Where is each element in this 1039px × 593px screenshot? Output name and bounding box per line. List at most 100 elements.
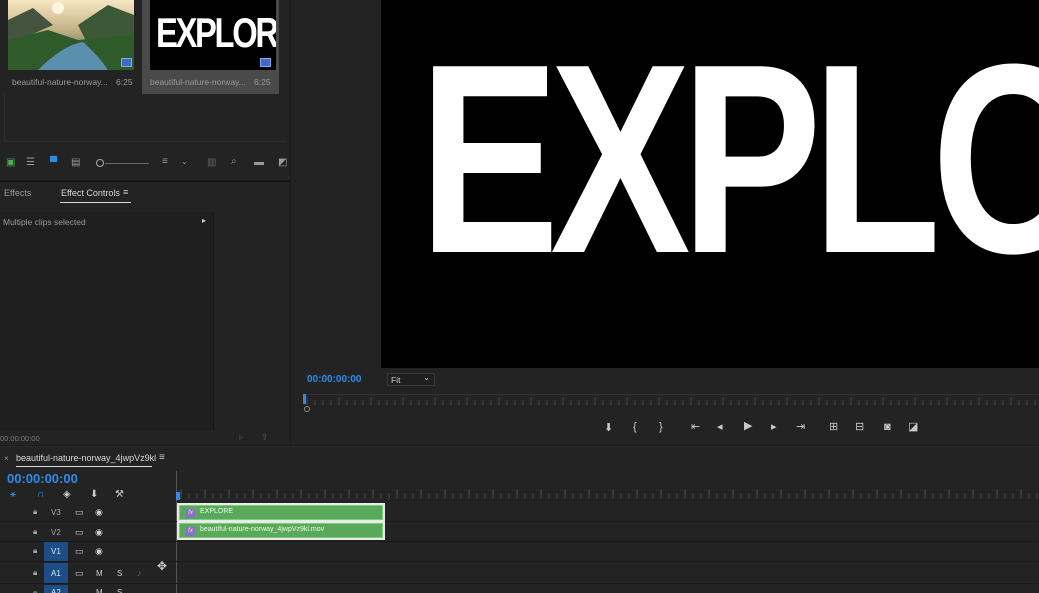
nest-icon[interactable]: ⚹ bbox=[10, 489, 16, 500]
lock-icon[interactable]: 🔒︎ bbox=[33, 527, 37, 537]
program-monitor: EXPLORE 00:00:00:00 Fit ⌄ /* noop */ ⬇ {… bbox=[291, 0, 1039, 445]
program-frame: EXPLORE bbox=[381, 0, 1039, 368]
lock-icon[interactable]: 🔒︎ bbox=[33, 588, 37, 593]
playhead-timecode[interactable]: 00:00:00:00 bbox=[307, 374, 361, 385]
wrench-icon[interactable]: ⚒ bbox=[115, 489, 124, 500]
timeline-panel: × beautiful-nature-norway_4jwpVz9kl ≡ 00… bbox=[0, 446, 1039, 593]
eye-icon[interactable]: ◉ bbox=[95, 527, 103, 538]
frame-title-text: EXPLORE bbox=[419, 9, 1039, 310]
track-label: A2 bbox=[51, 588, 61, 593]
add-marker-icon[interactable]: ⬇ bbox=[604, 423, 613, 434]
play-icon[interactable]: ▶ bbox=[744, 421, 752, 432]
eye-icon[interactable]: ◉ bbox=[95, 546, 103, 557]
clip-type-icon bbox=[121, 58, 132, 67]
project-item[interactable]: beautiful-nature-norway... 6:25 bbox=[0, 0, 140, 94]
selection-status: Multiple clips selected bbox=[3, 217, 86, 227]
timeline-ruler[interactable] bbox=[177, 471, 1039, 501]
program-time-ruler[interactable]: /* noop */ bbox=[303, 394, 1039, 412]
fx-badge: fx bbox=[186, 509, 195, 518]
lock-icon[interactable]: ▣ bbox=[6, 158, 15, 168]
sequence-timecode[interactable]: 00:00:00:00 bbox=[7, 471, 78, 486]
clip-name: beautiful-nature-norway_4jwpVz9kl.mov bbox=[200, 526, 325, 533]
move-cursor-icon: ✥ bbox=[157, 559, 168, 573]
lock-icon[interactable]: 🔒︎ bbox=[33, 507, 37, 517]
step-forward-icon[interactable]: ▸ bbox=[771, 422, 777, 433]
chevron-down-icon: ⌄ bbox=[423, 373, 430, 382]
effect-controls-body: Multiple clips selected ▸ bbox=[0, 212, 214, 430]
fx-badge: fx bbox=[186, 527, 195, 536]
freeform-view-icon[interactable]: ▤ bbox=[71, 158, 80, 168]
project-item-duration: 6:25 bbox=[254, 77, 271, 87]
automate-icon[interactable]: ▥ bbox=[207, 158, 216, 168]
export-icon[interactable]: ⇪ bbox=[261, 432, 269, 443]
list-view-icon[interactable]: ☰ bbox=[26, 158, 35, 168]
explore-thumbnail: EXPLORE bbox=[150, 0, 276, 70]
sequence-tab[interactable]: beautiful-nature-norway_4jwpVz9kl bbox=[16, 453, 156, 463]
microphone-icon[interactable]: ♪ bbox=[137, 568, 142, 578]
search-icon[interactable]: ⌕ bbox=[231, 157, 237, 167]
expand-arrow-icon[interactable]: ▸ bbox=[202, 216, 206, 225]
tab-effects[interactable]: Effects bbox=[4, 188, 31, 198]
zoom-select[interactable]: Fit ⌄ bbox=[387, 373, 435, 386]
clip-name: EXPLORE bbox=[200, 508, 234, 515]
track-header-v2: 🔒︎ V2 ▭ ◉ bbox=[0, 523, 176, 541]
project-item-duration: 6:25 bbox=[116, 77, 133, 87]
new-bin-icon[interactable]: ▬ bbox=[254, 158, 264, 168]
step-back-icon[interactable]: ◂ bbox=[717, 422, 723, 433]
track-divider bbox=[0, 583, 1039, 584]
nature-thumbnail bbox=[8, 0, 134, 70]
title-clip[interactable]: fx EXPLORE bbox=[179, 505, 383, 520]
chevron-down-icon[interactable]: ⌄ bbox=[181, 157, 188, 167]
project-bin-area bbox=[4, 94, 286, 142]
sort-icon[interactable]: ≡ bbox=[162, 157, 168, 167]
solo-button[interactable]: S bbox=[117, 588, 122, 593]
sync-lock-icon[interactable]: ▭ bbox=[75, 568, 84, 579]
sync-lock-icon[interactable]: ▭ bbox=[75, 527, 84, 538]
track-header-v1: 🔒︎ V1 ▭ ◉ bbox=[0, 542, 176, 561]
video-clip[interactable]: fx beautiful-nature-norway_4jwpVz9kl.mov bbox=[179, 523, 383, 538]
mute-button[interactable]: M bbox=[96, 588, 103, 593]
track-header-a2: 🔒︎ A2 M S bbox=[0, 585, 176, 593]
track-label: V2 bbox=[51, 528, 61, 537]
snap-icon[interactable]: ∩ bbox=[37, 489, 44, 500]
solo-button[interactable]: S bbox=[117, 569, 122, 578]
lock-icon[interactable]: 🔒︎ bbox=[33, 546, 37, 556]
playhead-marker[interactable] bbox=[303, 394, 306, 404]
project-item-name: beautiful-nature-norway... bbox=[150, 77, 246, 87]
new-item-icon[interactable]: ◩ bbox=[278, 158, 287, 168]
mark-out-icon[interactable]: } bbox=[659, 422, 663, 433]
timeline-playhead[interactable] bbox=[176, 492, 180, 500]
project-panel: beautiful-nature-norway... 6:25 EXPLORE … bbox=[0, 0, 290, 180]
extract-icon[interactable]: ⊟ bbox=[855, 422, 864, 433]
linked-selection-icon[interactable]: ◈ bbox=[63, 489, 71, 500]
sequence-tab-underline bbox=[16, 466, 152, 467]
sync-lock-icon[interactable]: ▭ bbox=[75, 546, 84, 557]
go-to-in-icon[interactable]: ⇤ bbox=[691, 422, 700, 433]
camera-icon[interactable]: ◙ bbox=[884, 422, 891, 433]
track-label: A1 bbox=[51, 569, 61, 578]
mark-in-icon[interactable]: { bbox=[633, 422, 637, 433]
lift-icon[interactable]: ⊞ bbox=[829, 422, 838, 433]
mute-button[interactable]: M bbox=[96, 569, 103, 578]
go-to-out-icon[interactable]: ⇥ bbox=[796, 422, 805, 433]
panel-menu-icon[interactable]: ≡ bbox=[159, 452, 165, 463]
tab-effect-controls[interactable]: Effect Controls bbox=[61, 188, 120, 198]
scroll-handle[interactable] bbox=[304, 406, 310, 412]
track-divider bbox=[0, 561, 1039, 562]
active-tab-underline bbox=[60, 202, 131, 203]
panel-menu-icon[interactable]: ≡ bbox=[123, 187, 128, 197]
close-icon[interactable]: × bbox=[4, 454, 9, 463]
add-marker-icon[interactable]: ⬇ bbox=[90, 489, 98, 500]
track-label: V1 bbox=[51, 547, 61, 556]
zoom-slider-handle[interactable] bbox=[96, 159, 104, 167]
sync-lock-icon[interactable]: ▭ bbox=[75, 507, 84, 518]
track-divider bbox=[0, 521, 1039, 522]
icon-view-icon[interactable]: ▀ bbox=[50, 158, 57, 168]
button-editor-icon[interactable]: ◪ bbox=[908, 422, 918, 433]
project-item-selected[interactable]: EXPLORE beautiful-nature-norway... 6:25 bbox=[142, 0, 279, 94]
eye-icon[interactable]: ◉ bbox=[95, 507, 103, 518]
lock-icon[interactable]: 🔒︎ bbox=[33, 568, 37, 578]
filter-icon[interactable]: ▹ bbox=[239, 432, 244, 443]
zoom-value: Fit bbox=[391, 375, 401, 385]
zoom-slider[interactable] bbox=[105, 163, 149, 164]
